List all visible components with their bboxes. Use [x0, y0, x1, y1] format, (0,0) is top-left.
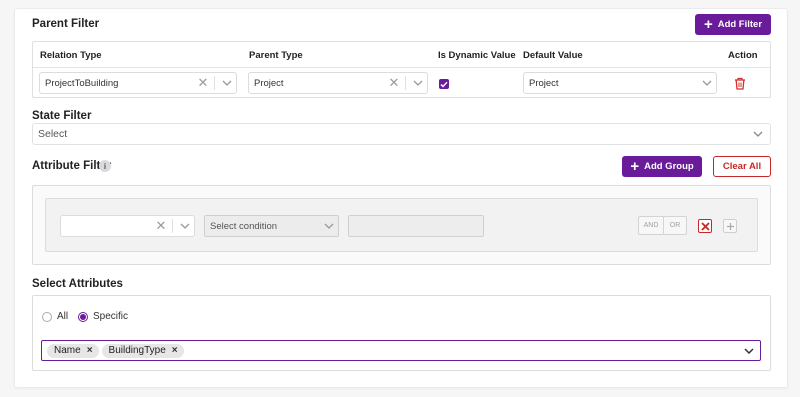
parent-filter-title: Parent Filter: [32, 18, 100, 30]
divider: [405, 76, 406, 90]
tag-label: BuildingType: [108, 345, 166, 356]
divider: [172, 219, 173, 233]
relation-type-select[interactable]: ProjectToBuilding ✕: [39, 72, 237, 94]
radio-all-label: All: [57, 311, 69, 322]
remove-tag-icon[interactable]: ×: [172, 345, 178, 356]
default-value-value: Project: [529, 77, 559, 89]
add-group-button[interactable]: + Add Group: [622, 156, 702, 177]
filter-card: Parent Filter + Add Filter Relation Type…: [14, 8, 788, 388]
select-attributes-title: Select Attributes: [32, 278, 123, 290]
col-relation-type: Relation Type: [40, 50, 102, 61]
add-group-label: Add Group: [644, 161, 694, 172]
attributes-multiselect[interactable]: Name × BuildingType ×: [41, 340, 761, 361]
clear-icon[interactable]: ✕: [153, 218, 169, 234]
parent-type-select[interactable]: Project ✕: [248, 72, 428, 94]
state-filter-select[interactable]: Select: [32, 123, 771, 145]
or-button[interactable]: OR: [663, 216, 687, 235]
clear-icon[interactable]: ✕: [195, 75, 211, 91]
col-default-value: Default Value: [523, 50, 583, 61]
col-is-dynamic-value: Is Dynamic Value: [438, 50, 516, 61]
radio-all[interactable]: All: [42, 311, 68, 322]
plus-icon: +: [630, 157, 640, 175]
tag-buildingtype: BuildingType ×: [101, 343, 184, 358]
chevron-down-icon[interactable]: [409, 80, 427, 86]
clear-all-button[interactable]: Clear All: [713, 156, 771, 177]
default-value-select[interactable]: Project: [523, 72, 717, 94]
attribute-select[interactable]: ✕: [60, 215, 195, 237]
delete-icon[interactable]: [734, 77, 746, 90]
condition-value-input[interactable]: [348, 215, 484, 237]
state-filter-title: State Filter: [32, 110, 92, 122]
tag-name: Name ×: [47, 343, 99, 358]
remove-tag-icon[interactable]: ×: [87, 345, 93, 356]
col-parent-type: Parent Type: [249, 50, 303, 61]
parent-filter-table: Relation Type Parent Type Is Dynamic Val…: [32, 41, 771, 98]
attribute-filter-group: ✕ Select condition AND OR: [32, 185, 771, 265]
table-divider: [33, 67, 770, 68]
add-filter-label: Add Filter: [717, 19, 763, 30]
chevron-down-icon[interactable]: [746, 131, 770, 137]
chevron-down-icon[interactable]: [698, 80, 716, 86]
chevron-down-icon[interactable]: [218, 80, 236, 86]
and-button[interactable]: AND: [638, 216, 664, 235]
chevron-down-icon[interactable]: [320, 223, 338, 229]
radio-circle-selected: [78, 311, 88, 322]
relation-type-value: ProjectToBuilding: [45, 77, 119, 89]
condition-placeholder: Select condition: [210, 220, 278, 232]
is-dynamic-checkbox[interactable]: [439, 79, 449, 89]
plus-icon: +: [703, 15, 713, 33]
add-condition-icon[interactable]: [723, 219, 737, 233]
condition-select[interactable]: Select condition: [204, 215, 339, 237]
col-action: Action: [728, 50, 758, 61]
radio-circle: [42, 311, 52, 322]
divider: [214, 76, 215, 90]
remove-condition-icon[interactable]: [698, 219, 712, 233]
state-filter-placeholder: Select: [38, 128, 68, 140]
parent-type-value: Project: [254, 77, 284, 89]
info-icon[interactable]: i: [99, 160, 111, 172]
tag-label: Name: [54, 345, 81, 356]
select-attributes-box: All Specific Name × BuildingType ×: [32, 295, 771, 371]
clear-icon[interactable]: ✕: [386, 75, 402, 91]
add-filter-button[interactable]: + Add Filter: [695, 14, 771, 35]
radio-specific-label: Specific: [93, 311, 129, 322]
attribute-condition-row: ✕ Select condition AND OR: [45, 198, 758, 252]
radio-specific[interactable]: Specific: [78, 311, 128, 322]
check-icon: [440, 81, 448, 88]
chevron-down-icon[interactable]: [176, 223, 194, 229]
chevron-down-icon[interactable]: [738, 347, 760, 354]
